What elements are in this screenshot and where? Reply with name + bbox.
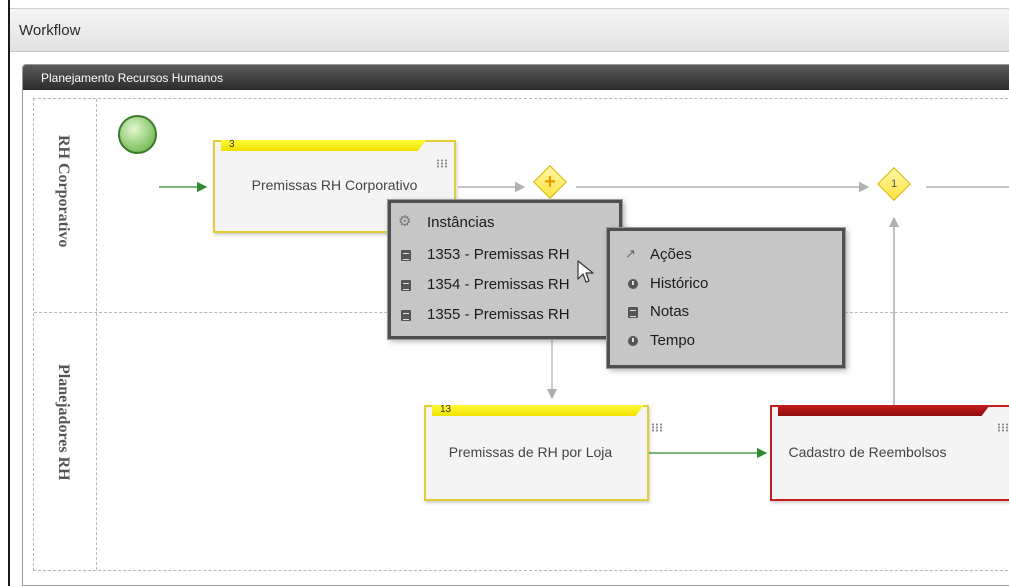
task-badge: 3 <box>229 139 235 150</box>
task-ribbon <box>778 405 990 416</box>
plus-icon: + <box>544 171 556 193</box>
instance-item-label: 1353 - Premissas RH <box>427 246 570 263</box>
panel-title: Planejamento Recursos Humanos <box>41 71 224 85</box>
clock-icon <box>628 279 638 289</box>
gear-icon: ⚙ <box>398 213 412 230</box>
document-icon <box>401 310 411 321</box>
action-item-label: Ações <box>650 246 692 263</box>
instances-header-label: Instâncias <box>427 214 495 231</box>
action-item-acoes[interactable]: ↗ Ações <box>610 243 842 269</box>
mouse-cursor-icon <box>577 260 594 283</box>
task-label: Premissas de RH por Loja <box>448 444 613 460</box>
start-event-icon[interactable] <box>118 115 157 154</box>
task-label: Premissas RH Corporativo <box>251 177 418 193</box>
action-item-label: Tempo <box>650 332 696 349</box>
document-icon <box>628 307 638 318</box>
action-item-tempo[interactable]: Tempo <box>610 329 842 355</box>
lane-label-divider <box>96 99 97 570</box>
window-titlebar: Workflow <box>10 8 1009 52</box>
gateway-count: 1 <box>890 178 898 190</box>
workflow-window: Workflow Planejamento Recursos Humanos R… <box>8 0 1009 586</box>
task-menu-icon[interactable] <box>651 423 663 432</box>
window-title: Workflow <box>19 22 81 39</box>
task-menu-icon[interactable] <box>436 159 448 168</box>
parallel-gateway[interactable]: + <box>533 165 567 199</box>
task-badge: 13 <box>440 404 452 415</box>
counter-gateway[interactable]: 1 <box>877 167 911 201</box>
task-label: Cadastro de Reembolsos <box>788 444 947 460</box>
wrench-icon: ↗ <box>625 246 636 261</box>
task-ribbon: 13 <box>432 405 644 416</box>
action-item-historico[interactable]: Histórico <box>610 272 842 298</box>
lane-label-rh-corporativo: RH Corporativo <box>55 135 72 248</box>
instances-header: ⚙ Instâncias <box>391 211 619 237</box>
task-ribbon: 3 <box>221 140 426 151</box>
document-icon <box>401 280 411 291</box>
instance-item-label: 1354 - Premissas RH <box>427 276 570 293</box>
action-item-label: Notas <box>650 303 690 320</box>
document-icon <box>401 250 411 261</box>
task-premissas-rh-por-loja[interactable]: 13 Premissas de RH por Loja <box>424 405 663 501</box>
lane-label-planejadores-rh: Planejadores RH <box>55 364 72 481</box>
instance-item-label: 1355 - Premissas RH <box>427 306 570 323</box>
panel-header: Planejamento Recursos Humanos <box>23 65 1009 90</box>
action-item-label: Histórico <box>650 275 709 292</box>
clock-icon <box>628 336 638 346</box>
actions-popup: ↗ Ações Histórico Notas Tempo <box>607 228 845 368</box>
task-menu-icon[interactable] <box>997 423 1009 432</box>
task-cadastro-de-reembolsos[interactable]: Cadastro de Reembolsos <box>770 405 1009 501</box>
instance-item-1355[interactable]: 1355 - Premissas RH <box>391 303 619 329</box>
action-item-notas[interactable]: Notas <box>610 300 842 326</box>
